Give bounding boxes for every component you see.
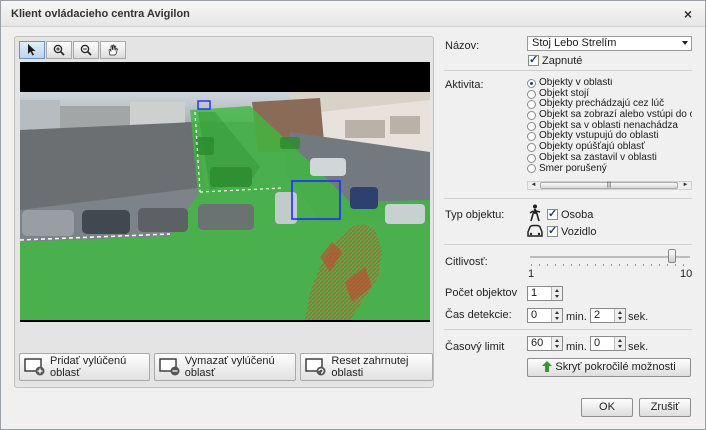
sensitivity-slider-thumb[interactable]: [668, 249, 677, 263]
sec-unit-2: sek.: [628, 341, 649, 353]
stepper-arrows[interactable]: [551, 309, 562, 322]
activity-radio[interactable]: [527, 164, 536, 174]
activity-option-label: Smer porušený: [539, 162, 607, 174]
hide-advanced-button[interactable]: Skryť pokročilé možnosti: [527, 358, 691, 377]
activity-radio[interactable]: [527, 78, 536, 88]
scroll-right-icon[interactable]: ►: [681, 182, 690, 189]
name-value: Stoj Lebo Strelím: [532, 37, 617, 49]
activity-label: Aktivita:: [445, 79, 484, 91]
object-count-stepper[interactable]: 1: [527, 286, 563, 301]
activity-radio[interactable]: [527, 142, 536, 152]
divider: [444, 329, 692, 330]
object-count-label: Počet objektov: [445, 287, 518, 299]
activity-option-label: Objekt sa zastavil v oblasti: [539, 151, 657, 163]
arrow-up-icon: [542, 361, 553, 372]
activity-radio[interactable]: [527, 100, 536, 110]
vehicle-checkbox[interactable]: [547, 224, 558, 237]
person-checkbox[interactable]: [547, 207, 558, 220]
activity-radio[interactable]: [527, 110, 536, 120]
reset-area-button[interactable]: Reset zahrnutej oblasti: [300, 353, 433, 381]
video-toolbar: [19, 41, 127, 59]
vehicle-icon: [527, 224, 543, 237]
detection-sec-value: 2: [594, 309, 601, 321]
min-unit-2: min.: [566, 341, 587, 353]
stepper-arrows[interactable]: [551, 287, 562, 300]
activity-scrollbar[interactable]: ◄ ||| ►: [527, 181, 692, 190]
activity-radio[interactable]: [527, 153, 536, 163]
zoom-in-button[interactable]: [46, 41, 72, 59]
zoom-out-icon: [80, 44, 92, 56]
activity-radio[interactable]: [527, 121, 536, 131]
chevron-down-icon: [682, 41, 688, 45]
detection-min-value: 0: [531, 309, 538, 321]
remove-area-icon: [159, 358, 181, 376]
stepper-arrows[interactable]: [614, 309, 625, 322]
zoom-in-icon: [53, 44, 65, 56]
object-type-label: Typ objektu:: [445, 209, 505, 221]
divider: [444, 70, 692, 71]
activity-radio[interactable]: [527, 89, 536, 99]
scroll-left-icon[interactable]: ◄: [529, 182, 538, 189]
scrollbar-thumb[interactable]: |||: [540, 182, 678, 189]
person-label: Osoba: [561, 209, 594, 221]
camera-scene[interactable]: [20, 92, 430, 320]
activity-list: Objekty v oblasti Objekt stojí Objekty pre…: [527, 78, 692, 180]
time-limit-min-value: 60: [531, 337, 544, 349]
title-bar: Klient ovládacieho centra Avigilon ×: [1, 1, 705, 27]
person-icon: [529, 204, 541, 222]
detection-time-label: Čas detekcie:: [445, 309, 512, 321]
cancel-button[interactable]: Zrušiť: [639, 398, 691, 417]
pointer-icon: [28, 44, 36, 56]
enabled-label: Zapnuté: [542, 55, 583, 67]
add-area-icon: [24, 358, 46, 376]
enabled-checkbox[interactable]: [528, 53, 539, 66]
object-count-value: 1: [531, 287, 538, 299]
sensitivity-label: Citlivosť:: [445, 256, 488, 268]
activity-radio[interactable]: [527, 132, 536, 142]
divider: [444, 198, 692, 199]
sec-unit: sek.: [628, 311, 649, 323]
time-limit-min-stepper[interactable]: 60: [527, 336, 563, 351]
time-limit-sec-value: 0: [594, 337, 601, 349]
sensitivity-min: 1: [528, 268, 535, 280]
pan-button[interactable]: [100, 41, 126, 59]
delete-exclusion-button[interactable]: Vymazať vylúčenú oblasť: [153, 353, 297, 381]
zoom-out-button[interactable]: [73, 41, 99, 59]
time-limit-label: Časový limit: [445, 341, 505, 353]
stepper-arrows[interactable]: [551, 337, 562, 350]
ok-button[interactable]: OK: [581, 398, 633, 417]
activity-option[interactable]: Smer porušený: [527, 162, 692, 175]
min-unit: min.: [566, 311, 587, 323]
time-limit-sec-stepper[interactable]: 0: [590, 336, 626, 351]
detection-min-stepper[interactable]: 0: [527, 308, 563, 323]
reset-area-label: Reset zahrnutej oblasti: [331, 355, 409, 379]
divider: [444, 244, 692, 245]
add-exclusion-button[interactable]: Pridať vylúčenú oblasť: [19, 353, 150, 381]
pointer-tool-button[interactable]: [19, 41, 45, 59]
add-exclusion-label: Pridať vylúčenú oblasť: [50, 355, 127, 379]
delete-exclusion-label: Vymazať vylúčenú oblasť: [184, 355, 275, 379]
pan-hand-icon: [108, 44, 118, 56]
stepper-arrows[interactable]: [614, 337, 625, 350]
exclusion-actions: Pridať vylúčenú oblasť Vymazať vylúčenú …: [19, 353, 433, 381]
window-title: Klient ovládacieho centra Avigilon: [11, 8, 190, 20]
close-button[interactable]: ×: [679, 5, 697, 23]
sensitivity-ticks: [531, 264, 689, 266]
name-dropdown[interactable]: Stoj Lebo Strelím: [527, 36, 692, 51]
detection-sec-stepper[interactable]: 2: [590, 308, 626, 323]
sensitivity-max: 10: [680, 268, 693, 280]
vehicle-label: Vozidlo: [561, 226, 597, 238]
hide-advanced-label: Skryť pokročilé možnosti: [555, 361, 676, 373]
reset-area-icon: [305, 358, 327, 376]
video-panel: Pridať vylúčenú oblasť Vymazať vylúčenú …: [14, 36, 434, 388]
sensitivity-slider-track[interactable]: [530, 256, 690, 258]
name-label: Názov:: [445, 40, 480, 52]
activity-option[interactable]: Objekt sa zastavil v oblasti: [527, 151, 692, 164]
camera-view[interactable]: [20, 62, 430, 322]
